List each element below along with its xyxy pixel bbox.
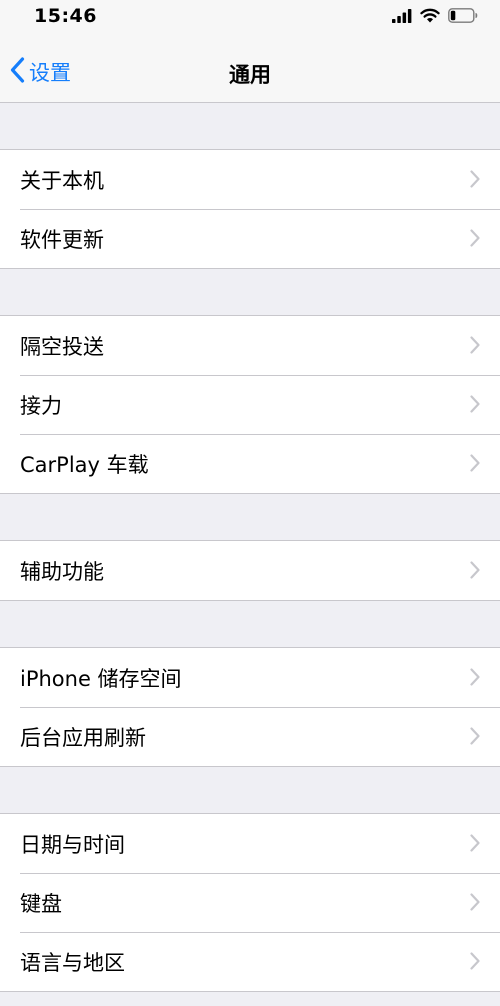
chevron-right-icon <box>470 727 480 749</box>
chevron-right-icon <box>470 229 480 251</box>
chevron-right-icon <box>470 454 480 476</box>
settings-row[interactable]: CarPlay 车载 <box>0 434 500 493</box>
battery-icon <box>448 7 478 27</box>
chevron-right-icon <box>470 952 480 974</box>
settings-row[interactable]: 语言与地区 <box>0 932 500 991</box>
settings-group: iPhone 储存空间 后台应用刷新 <box>0 647 500 767</box>
settings-row[interactable]: 日期与时间 <box>0 814 500 873</box>
settings-row[interactable]: 关于本机 <box>0 150 500 209</box>
chevron-right-icon <box>470 561 480 583</box>
status-icons <box>392 7 478 27</box>
settings-group: 辅助功能 <box>0 540 500 601</box>
status-bar: 15:46 <box>0 0 500 40</box>
status-time: 15:46 <box>34 5 97 27</box>
settings-row-label: 关于本机 <box>20 168 104 193</box>
settings-row[interactable]: iPhone 储存空间 <box>0 648 500 707</box>
settings-row-label: CarPlay 车载 <box>20 452 149 477</box>
chevron-right-icon <box>470 668 480 690</box>
settings-row-label: iPhone 储存空间 <box>20 666 182 691</box>
chevron-right-icon <box>470 834 480 856</box>
settings-row-label: 隔空投送 <box>20 334 104 359</box>
chevron-right-icon <box>470 336 480 358</box>
settings-row-label: 软件更新 <box>20 227 104 252</box>
wifi-icon <box>420 8 440 27</box>
chevron-right-icon <box>470 395 480 417</box>
settings-group: 关于本机 软件更新 <box>0 149 500 269</box>
settings-row[interactable]: 键盘 <box>0 873 500 932</box>
settings-row-label: 键盘 <box>20 891 62 916</box>
settings-row[interactable]: 后台应用刷新 <box>0 707 500 766</box>
settings-group: 隔空投送接力 CarPlay 车载 <box>0 315 500 494</box>
settings-row-label: 后台应用刷新 <box>20 725 146 750</box>
settings-list: 关于本机软件更新隔空投送接力 CarPlay 车载 辅助功能 iPhone 储存空间后… <box>0 103 500 992</box>
chevron-right-icon <box>470 170 480 192</box>
settings-group: 日期与时间键盘语言与地区 <box>0 813 500 992</box>
navigation-bar: 设置 通用 <box>0 40 500 103</box>
settings-row[interactable]: 软件更新 <box>0 209 500 268</box>
settings-row[interactable]: 辅助功能 <box>0 541 500 600</box>
settings-row-label: 辅助功能 <box>20 559 104 584</box>
settings-row-label: 日期与时间 <box>20 832 125 857</box>
settings-row[interactable]: 接力 <box>0 375 500 434</box>
page-title: 通用 <box>229 63 271 87</box>
signal-icon <box>392 8 412 27</box>
chevron-right-icon <box>470 893 480 915</box>
settings-row-label: 语言与地区 <box>20 950 125 975</box>
settings-row-label: 接力 <box>20 393 62 418</box>
settings-row[interactable]: 隔空投送 <box>0 316 500 375</box>
